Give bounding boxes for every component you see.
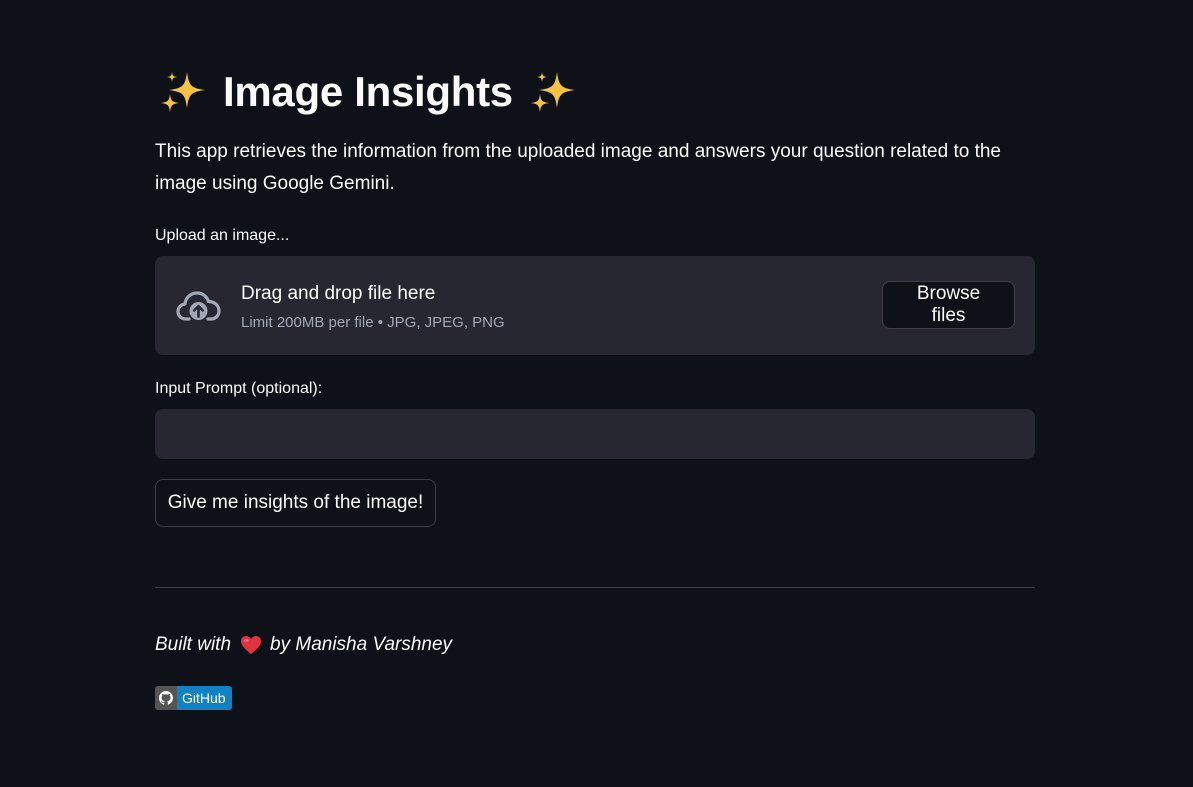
main-content: Image Insights This app retrieves the in…: [155, 62, 1035, 710]
app-description: This app retrieves the information from …: [155, 141, 1001, 194]
upload-label: Upload an image...: [155, 227, 290, 244]
sparkles-icon: [161, 72, 205, 112]
get-insights-button[interactable]: Give me insights of the image!: [155, 479, 436, 527]
footer-author: by Manisha Varshney: [270, 634, 453, 655]
page-title-text: Image Insights: [223, 68, 513, 115]
divider: [155, 587, 1035, 588]
app-root: Image Insights This app retrieves the in…: [0, 0, 1193, 787]
heart-icon: [241, 636, 262, 654]
prompt-label: Input Prompt (optional):: [155, 380, 323, 397]
prompt-input[interactable]: [155, 409, 1035, 459]
github-icon: [155, 686, 177, 710]
page-title: Image Insights: [159, 62, 1035, 122]
browse-files-button[interactable]: Browse files: [882, 281, 1015, 329]
dropzone-limit-text: Limit 200MB per file • JPG, JPEG, PNG: [241, 314, 505, 331]
footer-built-with: Built with: [155, 634, 232, 655]
sparkles-icon: [530, 72, 575, 112]
cloud-upload-icon: [176, 291, 221, 321]
file-uploader-dropzone[interactable]: Drag and drop file here Limit 200MB per …: [155, 256, 1035, 355]
github-badge-link[interactable]: GitHub: [155, 686, 232, 710]
dropzone-title: Drag and drop file here: [241, 283, 436, 304]
footer-credit: Built with by Manisha Varshney: [155, 632, 1035, 658]
github-badge-label: GitHub: [177, 686, 232, 710]
